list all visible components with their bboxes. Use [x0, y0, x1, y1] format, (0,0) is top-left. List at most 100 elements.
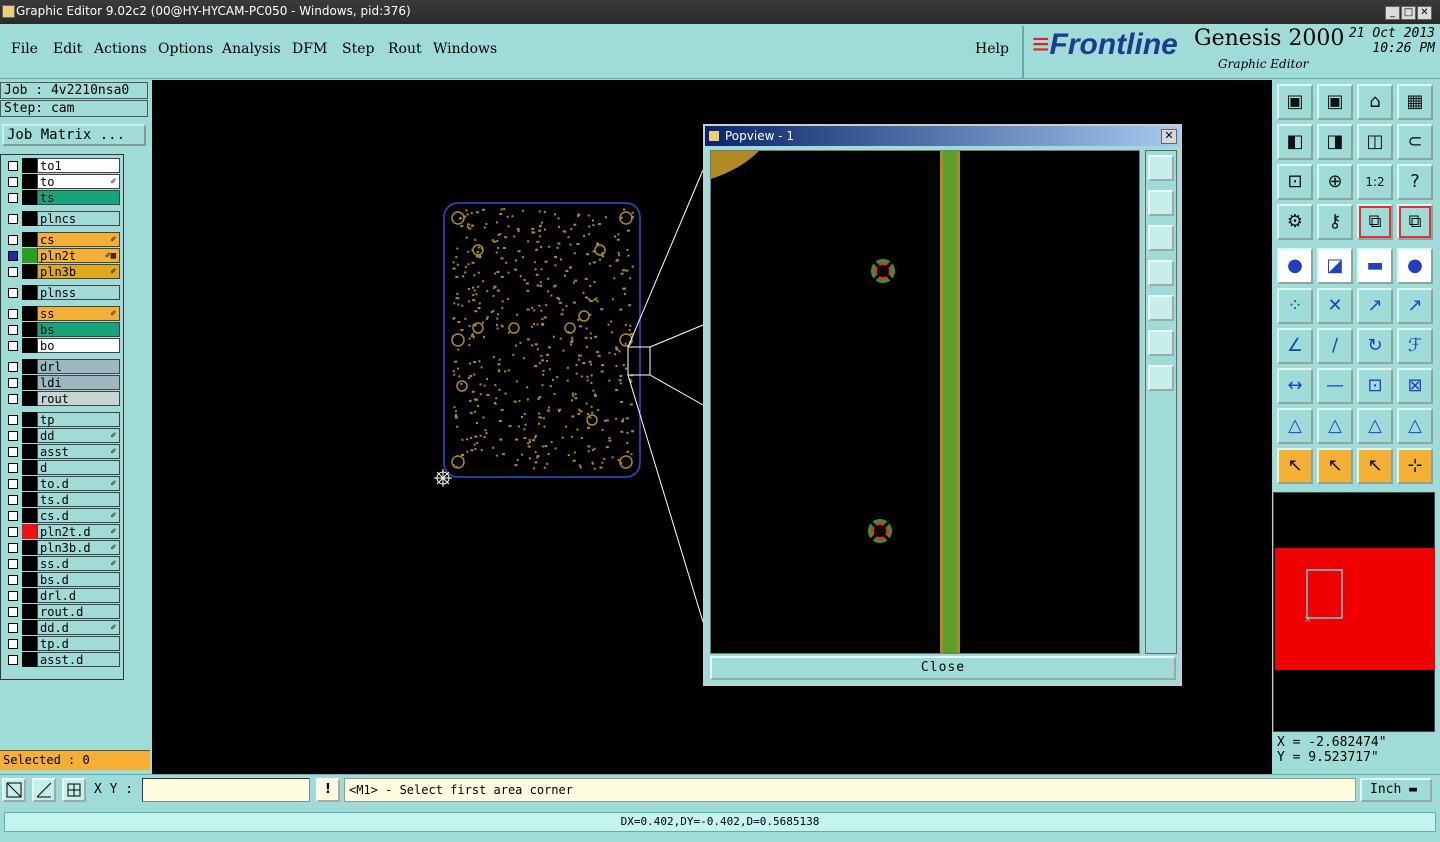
layer-checkbox[interactable] — [8, 495, 18, 505]
maximize-button[interactable]: □ — [1401, 6, 1416, 20]
layer-row[interactable]: ldi — [4, 375, 120, 390]
layer-name[interactable]: plncs — [37, 211, 120, 226]
pv-pan-left-icon[interactable] — [1148, 260, 1174, 286]
layer-checkbox[interactable] — [8, 177, 18, 187]
key-icon[interactable]: ⚷ — [1317, 204, 1353, 240]
layer-name[interactable]: d — [37, 460, 120, 475]
layer-row[interactable]: ss.d ✐ — [4, 556, 120, 571]
units-select[interactable]: Inch ▬ — [1360, 778, 1432, 802]
layer-name[interactable]: pln2t ✐▦ — [37, 248, 120, 263]
layer-color-swatch[interactable] — [22, 508, 37, 523]
warning-button[interactable]: ! — [316, 778, 340, 802]
layer-name[interactable]: cs ✐ — [37, 232, 120, 247]
layer-name[interactable]: dd ✐ — [37, 428, 120, 443]
layer-color-swatch[interactable] — [22, 556, 37, 571]
ff-icon[interactable]: ℱ — [1397, 328, 1433, 364]
layer-row[interactable]: cs.d ✐ — [4, 508, 120, 523]
layer-row[interactable]: cs ✐ — [4, 232, 120, 247]
layer-color-swatch[interactable] — [22, 524, 37, 539]
menu-options[interactable]: Options — [158, 41, 213, 57]
menu-analysis[interactable]: Analysis — [222, 41, 281, 57]
layer-name[interactable]: cs.d ✐ — [37, 508, 120, 523]
layer-row[interactable]: tp.d — [4, 636, 120, 651]
layer-row[interactable]: to1 — [4, 158, 120, 173]
circle-icon[interactable]: ● — [1397, 248, 1433, 284]
layer-checkbox[interactable] — [8, 251, 18, 261]
layer-checkbox[interactable] — [8, 431, 18, 441]
layer-feature-icon[interactable]: ⧉ — [1397, 204, 1433, 240]
fit-icon[interactable]: ⊡ — [1277, 164, 1313, 200]
angle-icon[interactable]: ∠ — [1277, 328, 1313, 364]
layer-checkbox[interactable] — [8, 235, 18, 245]
layer-row[interactable]: pln3b.d ✐ — [4, 540, 120, 555]
close-window-button[interactable]: ✕ — [1417, 6, 1432, 20]
layer-checkbox[interactable] — [8, 288, 18, 298]
layer-checkbox[interactable] — [8, 214, 18, 224]
menu-actions[interactable]: Actions — [94, 41, 147, 57]
layer-color-swatch[interactable] — [22, 158, 37, 173]
layer-checkbox[interactable] — [8, 161, 18, 171]
cross-icon[interactable]: ✕ — [1317, 288, 1353, 324]
layer-color-swatch[interactable] — [22, 285, 37, 300]
layer-checkbox[interactable] — [8, 394, 18, 404]
minimize-button[interactable]: _ — [1385, 6, 1400, 20]
menu-rout[interactable]: Rout — [388, 41, 422, 57]
pan-down-icon[interactable]: ▣ — [1317, 84, 1353, 120]
pv-zoom-out-icon[interactable] — [1148, 365, 1174, 391]
arc-icon[interactable]: ↻ — [1357, 328, 1393, 364]
pan-right-icon[interactable]: ◨ — [1317, 124, 1353, 160]
layer-row[interactable]: bo — [4, 338, 120, 353]
layer-checkbox[interactable] — [8, 325, 18, 335]
zoom-fit-icon[interactable]: ⊕ — [1317, 164, 1353, 200]
pv-pan-down-icon[interactable] — [1148, 225, 1174, 251]
layer-color-swatch[interactable] — [22, 412, 37, 427]
arrow2-icon[interactable]: ↗ — [1397, 288, 1433, 324]
layer-row[interactable]: asst.d — [4, 652, 120, 667]
grid-icon[interactable] — [62, 778, 86, 802]
layer-checkbox[interactable] — [8, 543, 18, 553]
layer-name[interactable]: ss ✐ — [37, 306, 120, 321]
help-icon[interactable]: ? — [1397, 164, 1433, 200]
scale-1to1-icon[interactable]: 1:2 — [1357, 164, 1393, 200]
layer-checkbox[interactable] — [8, 575, 18, 585]
popview-title-bar[interactable]: Popview - 1 ✕ — [705, 126, 1180, 146]
layer-name[interactable]: tp — [37, 412, 120, 427]
layer-color-swatch[interactable] — [22, 338, 37, 353]
layer-checkbox[interactable] — [8, 362, 18, 372]
pv-pan-up-icon[interactable] — [1148, 190, 1174, 216]
layer-checkbox[interactable] — [8, 479, 18, 489]
layer-checkbox[interactable] — [8, 623, 18, 633]
layer-row[interactable]: dd ✐ — [4, 428, 120, 443]
popview-close-button[interactable]: Close — [710, 656, 1176, 680]
zoom-home-icon[interactable]: ▣ — [1277, 84, 1313, 120]
pointer-icon[interactable]: ↖ — [1277, 448, 1313, 484]
layer-checkbox[interactable] — [8, 267, 18, 277]
resize-icon[interactable]: ⊡ — [1357, 368, 1393, 404]
menu-windows[interactable]: Windows — [433, 41, 497, 57]
layer-name[interactable]: pln3b.d ✐ — [37, 540, 120, 555]
layer-row[interactable]: drl — [4, 359, 120, 374]
layer-name[interactable]: bo — [37, 338, 120, 353]
layer-row[interactable]: drl.d — [4, 588, 120, 603]
line-edit-icon[interactable]: ∕ — [1317, 328, 1353, 364]
layer-name[interactable]: tp.d — [37, 636, 120, 651]
layer-color-swatch[interactable] — [22, 211, 37, 226]
layer-name[interactable]: ts.d — [37, 492, 120, 507]
layer-name[interactable]: ts — [37, 190, 120, 205]
layer-row[interactable]: tp — [4, 412, 120, 427]
layer-name[interactable]: drl.d — [37, 588, 120, 603]
layer-row[interactable]: bs — [4, 322, 120, 337]
layer-name[interactable]: pln3b ✐ — [37, 264, 120, 279]
layer-checkbox[interactable] — [8, 591, 18, 601]
layer-name[interactable]: asst ✐ — [37, 444, 120, 459]
layer-row[interactable]: d — [4, 460, 120, 475]
layer-checkbox[interactable] — [8, 607, 18, 617]
layer-name[interactable]: ss.d ✐ — [37, 556, 120, 571]
job-matrix-button[interactable]: Job Matrix ... — [2, 124, 146, 146]
layer-color-swatch[interactable] — [22, 322, 37, 337]
layer-color-swatch[interactable] — [22, 620, 37, 635]
layer-color-swatch[interactable] — [22, 588, 37, 603]
layer-name[interactable]: to.d ✐ — [37, 476, 120, 491]
layer-color-swatch[interactable] — [22, 248, 37, 263]
layer-row[interactable]: to.d ✐ — [4, 476, 120, 491]
